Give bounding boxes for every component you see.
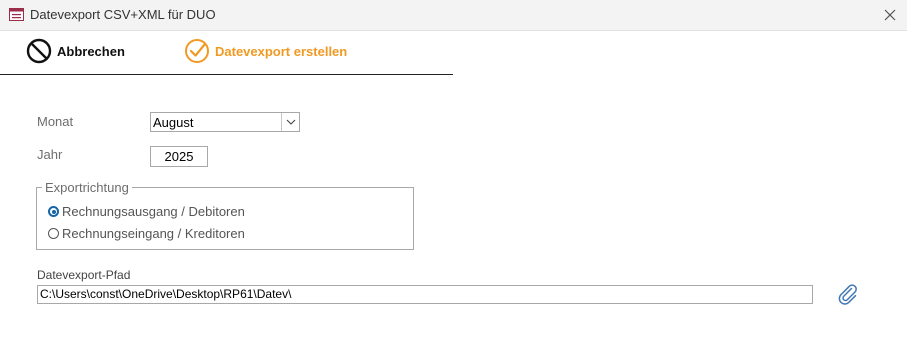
radio-button-unselected[interactable] [48, 228, 59, 239]
paperclip-icon [838, 284, 857, 305]
check-circle-icon [185, 39, 209, 63]
radio-incoming-invoices[interactable]: Rechnungseingang / Kreditoren [48, 226, 245, 241]
form-icon [9, 8, 24, 21]
title-bar: Datevexport CSV+XML für DUO [0, 0, 907, 31]
dialog-window: Datevexport CSV+XML für DUO Abbrechen Da… [0, 0, 907, 340]
window-title: Datevexport CSV+XML für DUO [30, 7, 216, 22]
export-path-label: Datevexport-Pfad [37, 268, 131, 282]
toolbar: Abbrechen Datevexport erstellen [0, 31, 453, 75]
close-icon [884, 9, 896, 21]
year-label: Jahr [37, 147, 63, 162]
cancel-label: Abbrechen [57, 43, 125, 59]
month-label: Monat [37, 114, 74, 129]
prohibited-icon [26, 38, 52, 64]
chevron-down-icon[interactable] [281, 113, 299, 131]
month-value: August [153, 115, 194, 130]
browse-path-button[interactable] [836, 282, 860, 306]
radio-outgoing-invoices[interactable]: Rechnungsausgang / Debitoren [48, 204, 245, 219]
radio-button-selected[interactable] [48, 206, 59, 217]
export-direction-legend: Exportrichtung [42, 180, 132, 195]
export-path-input[interactable]: C:\Users\const\OneDrive\Desktop\RP61\Dat… [37, 285, 813, 304]
create-export-button[interactable]: Datevexport erstellen [184, 37, 347, 65]
radio-label-incoming: Rechnungseingang / Kreditoren [62, 226, 245, 241]
create-export-label: Datevexport erstellen [215, 43, 348, 59]
radio-label-outgoing: Rechnungsausgang / Debitoren [62, 204, 245, 219]
month-select[interactable]: August [150, 112, 300, 132]
year-input[interactable]: 2025 [150, 146, 208, 167]
cancel-button[interactable]: Abbrechen [26, 37, 125, 65]
close-button[interactable] [880, 5, 900, 25]
